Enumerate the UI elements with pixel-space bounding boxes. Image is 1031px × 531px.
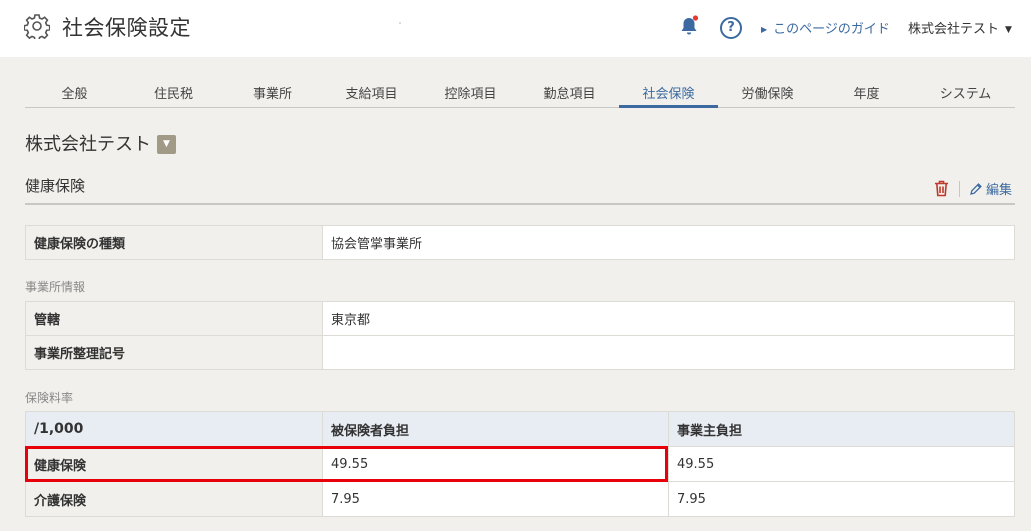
page-title: 社会保険設定 <box>62 16 191 40</box>
page-guide-link[interactable]: ▶ このページのガイド <box>761 18 890 37</box>
table-row: 健康保険の種類 協会管掌事業所 <box>25 225 1015 260</box>
table-row: 事業所整理記号 <box>25 335 1015 370</box>
insurance-type-label: 健康保険の種類 <box>25 225 323 260</box>
table-header-row: /1,000 被保険者負担 事業主負担 <box>25 411 1015 447</box>
section-divider <box>25 203 1015 205</box>
rates-table: /1,000 被保険者負担 事業主負担 健康保険 49.55 49.55 介護保… <box>25 411 1015 517</box>
edit-label: 編集 <box>986 183 1013 198</box>
page-guide-label: このページのガイド <box>773 22 890 37</box>
health-insurance-label: 健康保険 <box>25 446 323 482</box>
insurance-type-table: 健康保険の種類 協会管掌事業所 <box>25 225 1015 260</box>
table-row: 管轄 東京都 <box>25 301 1015 336</box>
table-row: 介護保険 7.95 7.95 <box>25 481 1015 517</box>
settings-tabs: 全般 住民税 事業所 支給項目 控除項目 勤怠項目 社会保険 労働保険 年度 シ… <box>25 78 1015 108</box>
rates-heading: 保険料率 <box>25 391 74 405</box>
tab-system[interactable]: システム <box>916 78 1015 108</box>
tab-deduction-items[interactable]: 控除項目 <box>421 78 520 108</box>
trash-icon[interactable] <box>934 180 949 197</box>
insurance-type-value: 協会管掌事業所 <box>322 225 1015 260</box>
tab-payment-items[interactable]: 支給項目 <box>322 78 421 108</box>
tab-attendance-items[interactable]: 勤怠項目 <box>520 78 619 108</box>
action-divider <box>959 181 960 197</box>
nursing-insurance-insured-value: 7.95 <box>322 481 669 517</box>
office-info-heading: 事業所情報 <box>25 280 86 294</box>
column-header-unit: /1,000 <box>25 411 323 447</box>
office-code-label: 事業所整理記号 <box>25 335 323 370</box>
tab-general[interactable]: 全般 <box>25 78 124 108</box>
divider-dot <box>399 22 401 24</box>
office-code-value <box>322 335 1015 370</box>
top-header: 社会保険設定 ? ▶ このページのガイド 株式会社テスト ▼ <box>0 0 1031 57</box>
nursing-insurance-label: 介護保険 <box>25 481 323 517</box>
jurisdiction-value: 東京都 <box>322 301 1015 336</box>
edit-button[interactable]: 編集 <box>969 179 1012 198</box>
jurisdiction-label: 管轄 <box>25 301 323 336</box>
nursing-insurance-employer-value: 7.95 <box>668 481 1015 517</box>
tab-office[interactable]: 事業所 <box>223 78 322 108</box>
triangle-right-icon: ▶ <box>761 25 768 34</box>
section-title: 健康保険 <box>25 177 86 195</box>
tab-labor-insurance[interactable]: 労働保険 <box>718 78 817 108</box>
health-insurance-employer-value: 49.55 <box>668 446 1015 482</box>
tab-resident-tax[interactable]: 住民税 <box>124 78 223 108</box>
tab-social-insurance[interactable]: 社会保険 <box>619 78 718 108</box>
bell-icon[interactable] <box>679 15 699 37</box>
column-header-employer: 事業主負担 <box>668 411 1015 447</box>
gear-icon <box>24 14 50 39</box>
company-menu[interactable]: 株式会社テスト ▼ <box>908 18 1012 37</box>
help-icon[interactable]: ? <box>720 17 742 39</box>
company-menu-label: 株式会社テスト <box>908 22 1000 37</box>
pencil-icon <box>970 183 982 195</box>
company-name: 株式会社テスト <box>25 134 151 155</box>
caret-down-icon: ▼ <box>1005 25 1012 35</box>
column-header-insured: 被保険者負担 <box>322 411 669 447</box>
office-info-table: 管轄 東京都 事業所整理記号 <box>25 301 1015 370</box>
table-row: 健康保険 49.55 49.55 <box>25 446 1015 482</box>
company-dropdown-icon[interactable]: ▼ <box>157 135 176 154</box>
tab-fiscal-year[interactable]: 年度 <box>817 78 916 108</box>
health-insurance-insured-value: 49.55 <box>322 446 669 482</box>
